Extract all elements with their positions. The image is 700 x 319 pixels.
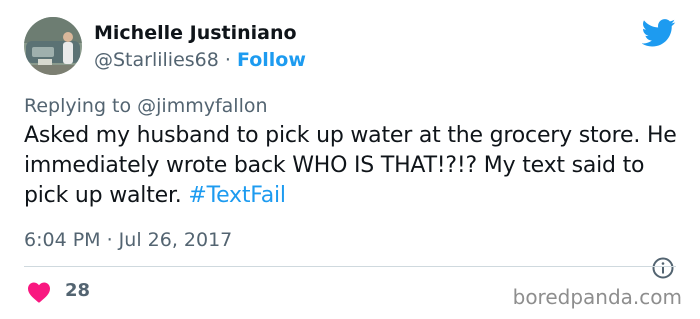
divider bbox=[24, 266, 676, 267]
tweet-timestamp[interactable]: 6:04 PM · Jul 26, 2017 bbox=[24, 229, 232, 251]
follow-button[interactable]: Follow bbox=[237, 49, 306, 71]
tweet-body: Asked my husband to pick up water at the… bbox=[24, 123, 677, 208]
hashtag-link[interactable]: #TextFail bbox=[188, 183, 286, 208]
like-count: 28 bbox=[65, 280, 91, 301]
handle-row: @Starlilies68 · Follow bbox=[94, 49, 306, 71]
tweet-card: Michelle Justiniano @Starlilies68 · Foll… bbox=[0, 0, 700, 319]
display-name[interactable]: Michelle Justiniano bbox=[94, 22, 297, 44]
avatar-image bbox=[24, 17, 82, 75]
tweet-text: Asked my husband to pick up water at the… bbox=[24, 121, 684, 211]
info-icon[interactable] bbox=[651, 256, 675, 280]
handle-separator: · bbox=[218, 49, 237, 71]
user-handle[interactable]: @Starlilies68 bbox=[94, 49, 219, 71]
reply-prefix: Replying to bbox=[24, 95, 138, 117]
reply-context: Replying to @jimmyfallon bbox=[24, 95, 268, 117]
reply-mention[interactable]: @jimmyfallon bbox=[137, 95, 267, 117]
watermark: boredpanda.com bbox=[512, 285, 682, 309]
avatar[interactable] bbox=[24, 17, 82, 75]
heart-icon[interactable] bbox=[27, 281, 51, 303]
twitter-bird-icon[interactable] bbox=[642, 19, 676, 47]
